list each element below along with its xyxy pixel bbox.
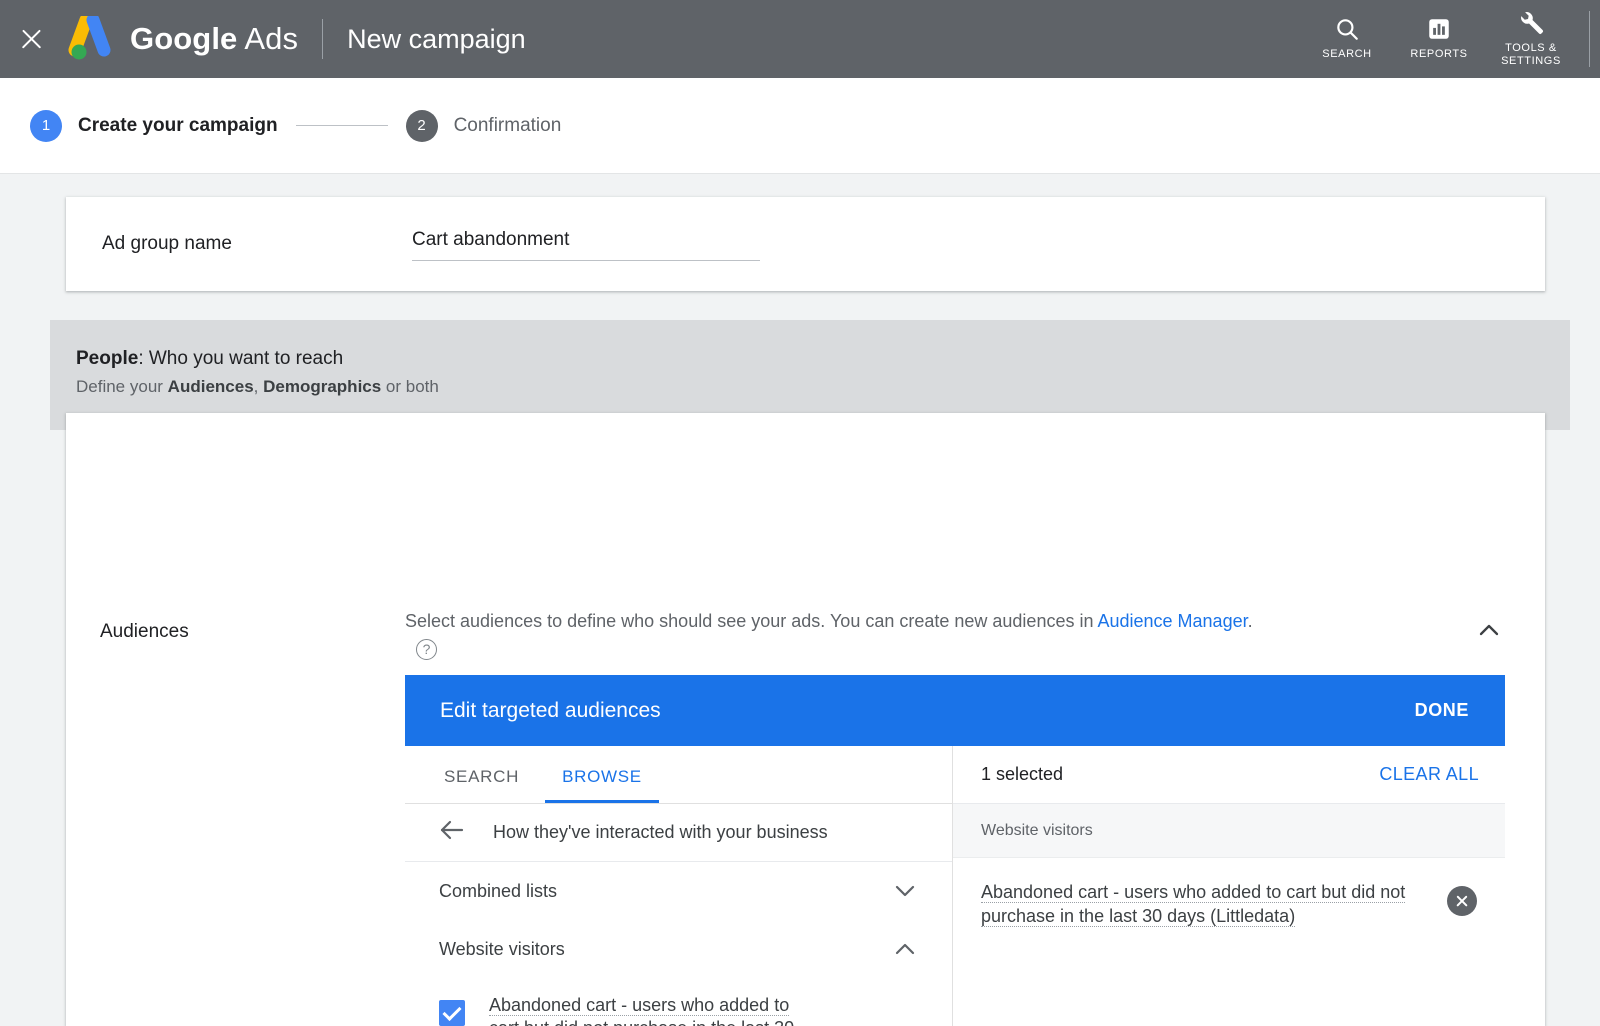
edit-audiences-header: Edit targeted audiences DONE <box>405 675 1505 746</box>
audiences-card: Audiences Select audiences to define who… <box>66 413 1545 1026</box>
edit-audiences-title: Edit targeted audiences <box>440 698 661 722</box>
search-icon <box>1334 15 1360 43</box>
list-item[interactable]: Abandoned cart - users who added to cart… <box>405 980 952 1026</box>
people-sub-post: or both <box>381 377 439 396</box>
clear-all-button[interactable]: CLEAR ALL <box>1379 764 1479 785</box>
top-app-bar: Google Ads New campaign SEARCH REPORTS T… <box>0 0 1600 78</box>
page-title: New campaign <box>347 23 526 54</box>
chevron-up-icon <box>895 943 915 955</box>
step-confirmation[interactable]: 2 Confirmation <box>405 109 562 142</box>
group-label-website-visitors: Website visitors <box>439 938 565 959</box>
help-icon[interactable]: ? <box>416 639 437 660</box>
people-sub-pre: Define your <box>76 377 168 396</box>
selected-group-header: Website visitors <box>953 804 1505 858</box>
reports-button[interactable]: REPORTS <box>1393 15 1485 63</box>
list-item-label: Abandoned cart - users who added to cart… <box>489 980 819 1026</box>
people-section-subtitle: Define your Audiences, Demographics or b… <box>76 377 1570 397</box>
google-ads-logo <box>68 16 111 60</box>
group-row-website-visitors[interactable]: Website visitors <box>405 920 952 978</box>
toolbar-divider <box>1589 11 1590 67</box>
selected-header: 1 selected CLEAR ALL <box>953 746 1505 804</box>
breadcrumb-label: How they've interacted with your busines… <box>493 822 828 842</box>
selected-group-label: Website visitors <box>981 821 1093 839</box>
audience-manager-link[interactable]: Audience Manager <box>1097 611 1247 631</box>
stepper-connector <box>295 125 388 126</box>
step-1-number: 1 <box>30 109 62 142</box>
close-icon[interactable] <box>16 24 46 54</box>
ad-group-name-input[interactable] <box>412 227 760 261</box>
audiences-description-text: Select audiences to define who should se… <box>405 611 1098 631</box>
selected-count: 1 selected <box>981 764 1064 784</box>
search-label: SEARCH <box>1322 48 1372 60</box>
tools-settings-label: TOOLS & SETTINGS <box>1501 41 1561 67</box>
people-sub-demographics: Demographics <box>263 377 382 396</box>
people-section-title: People: Who you want to reach <box>76 348 1570 370</box>
people-title-bold: People <box>76 348 139 369</box>
brand-ads: Ads <box>244 21 299 56</box>
selected-item-label: Abandoned cart - users who added to cart… <box>981 882 1406 927</box>
ad-group-name-field-wrap <box>412 227 760 261</box>
selected-item: Abandoned cart - users who added to cart… <box>953 858 1505 928</box>
reports-label: REPORTS <box>1410 48 1468 60</box>
remove-selected-item-button[interactable] <box>1447 886 1477 916</box>
tab-browse[interactable]: BROWSE <box>545 767 659 803</box>
people-sub-mid: , <box>253 377 264 396</box>
step-1-label: Create your campaign <box>78 114 278 136</box>
tab-search[interactable]: SEARCH <box>440 767 523 803</box>
ad-group-name-label: Ad group name <box>102 233 232 254</box>
checkbox-abandoned-cart[interactable] <box>439 1000 465 1026</box>
brand-google: Google <box>130 21 238 56</box>
step-create-campaign[interactable]: 1 Create your campaign <box>30 109 278 142</box>
selected-audiences-panel: 1 selected CLEAR ALL Website visitors Ab… <box>953 746 1505 1026</box>
audience-browse-panel: SEARCH BROWSE How they've interacted wit… <box>405 746 953 1026</box>
audiences-description-period: . <box>1247 611 1253 631</box>
people-sub-audiences: Audiences <box>167 377 254 396</box>
group-label-combined-lists: Combined lists <box>439 880 558 901</box>
collapse-section-button[interactable] <box>1475 621 1503 644</box>
picker-tabs: SEARCH BROWSE <box>405 746 952 804</box>
chevron-up-icon <box>1479 624 1499 636</box>
main-content: Ad group name People: Who you want to re… <box>0 175 1600 1026</box>
audience-picker: SEARCH BROWSE How they've interacted wit… <box>405 746 1505 1026</box>
reports-icon <box>1426 15 1452 43</box>
chevron-down-icon <box>895 885 915 897</box>
step-2-number: 2 <box>405 109 438 142</box>
step-2-label: Confirmation <box>453 114 562 136</box>
audiences-description: Select audiences to define who should se… <box>405 608 1415 634</box>
group-row-combined-lists[interactable]: Combined lists <box>405 862 952 920</box>
wrench-icon <box>1518 9 1545 37</box>
done-button[interactable]: DONE <box>1415 700 1469 721</box>
header-divider <box>322 19 324 59</box>
audiences-label: Audiences <box>100 621 189 642</box>
people-title-rest: : Who you want to reach <box>138 348 344 369</box>
tools-settings-button[interactable]: TOOLS & SETTINGS <box>1485 9 1577 70</box>
search-button[interactable]: SEARCH <box>1301 15 1393 63</box>
ad-group-name-card: Ad group name <box>66 197 1545 291</box>
brand-name: Google Ads <box>130 21 298 57</box>
wizard-stepper: 1 Create your campaign 2 Confirmation <box>0 78 1600 174</box>
breadcrumb[interactable]: How they've interacted with your busines… <box>405 804 952 862</box>
back-arrow-icon[interactable] <box>439 819 465 846</box>
